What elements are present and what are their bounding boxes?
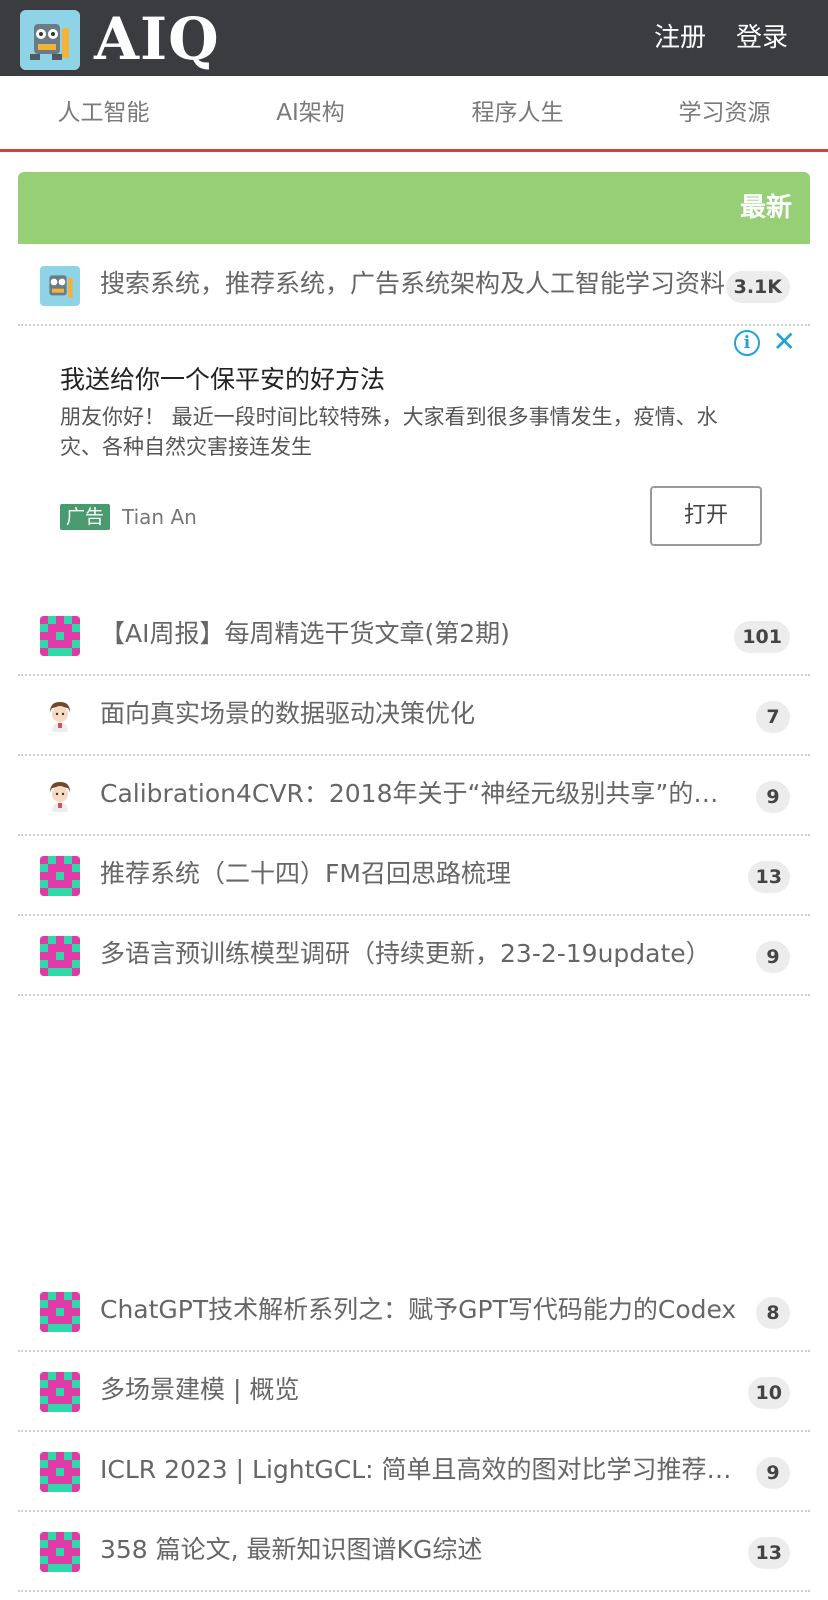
pixel-avatar-icon [40, 856, 80, 896]
close-icon[interactable]: ✕ [773, 326, 796, 358]
nav-item-programmer-life[interactable]: 程序人生 [414, 96, 621, 130]
article-row[interactable]: 多语言预训练模型调研（持续更新，23-2-19update） 9 [18, 914, 810, 996]
ad-block[interactable]: i ✕ 我送给你一个保平安的好方法 朋友你好！ 最近一段时间比较特殊，大家看到很… [18, 326, 810, 576]
article-row[interactable]: 【AI周报】每周精选干货文章(第2期) 101 [18, 594, 810, 676]
pixel-avatar-icon [40, 1532, 80, 1572]
section-heading[interactable]: 最新 [740, 190, 792, 226]
person-avatar-icon [40, 776, 80, 816]
login-link[interactable]: 登录 [736, 20, 788, 56]
pixel-avatar-icon [40, 1452, 80, 1492]
view-count-badge: 9 [756, 941, 790, 973]
ad-open-button[interactable]: 打开 [650, 486, 762, 546]
view-count-badge: 9 [756, 781, 790, 813]
article-title[interactable]: 推荐系统（二十四）FM召回思路梳理 [100, 854, 740, 894]
ad-badge: 广告 [60, 504, 111, 530]
ad-body: 朋友你好！ 最近一段时间比较特殊，大家看到很多事情发生，疫情、水灾、各种自然灾害… [60, 405, 718, 459]
article-title[interactable]: ChatGPT技术解析系列之：赋予GPT写代码能力的Codex [100, 1290, 740, 1330]
article-row[interactable]: 358 篇论文, 最新知识图谱KG综述 13 [18, 1510, 810, 1592]
aiq-logo-icon [40, 266, 80, 306]
article-row[interactable]: 多场景建模 | 概览 10 [18, 1350, 810, 1432]
nav-item-learning-resources[interactable]: 学习资源 [621, 96, 828, 130]
view-count-badge: 13 [747, 861, 790, 893]
latest-section-header: 最新 [18, 172, 810, 244]
logo-text[interactable]: AIQ [94, 4, 220, 74]
article-title[interactable]: 【AI周报】每周精选干货文章(第2期) [100, 614, 740, 654]
view-count-badge: 101 [734, 621, 790, 653]
person-avatar-icon [40, 696, 80, 736]
ad-title[interactable]: 我送给你一个保平安的好方法 [60, 362, 385, 398]
article-title[interactable]: ICLR 2023 | LightGCL: 简单且高效的图对比学习推荐系统 [100, 1450, 740, 1490]
aiq-logo-icon[interactable] [20, 10, 80, 70]
view-count-badge: 9 [756, 1457, 790, 1489]
article-row[interactable]: 推荐系统（二十四）FM召回思路梳理 13 [18, 834, 810, 916]
pixel-avatar-icon [40, 616, 80, 656]
article-row[interactable]: ICLR 2023 | LightGCL: 简单且高效的图对比学习推荐系统 9 [18, 1430, 810, 1512]
article-row[interactable]: Calibration4CVR：2018年关于“神经元级别共享”的思考 9 [18, 754, 810, 836]
article-title[interactable]: 面向真实场景的数据驱动决策优化 [100, 694, 740, 734]
article-row[interactable]: 面向真实场景的数据驱动决策优化 7 [18, 674, 810, 756]
view-count-badge: 7 [756, 701, 790, 733]
article-title[interactable]: 多场景建模 | 概览 [100, 1370, 740, 1410]
nav-item-ai-architecture[interactable]: AI架构 [207, 96, 414, 130]
nav-item-ai[interactable]: 人工智能 [0, 96, 207, 130]
top-bar: AIQ 注册 登录 [0, 0, 828, 76]
view-count-badge: 13 [747, 1537, 790, 1569]
view-count-badge: 8 [756, 1297, 790, 1329]
pixel-avatar-icon [40, 1292, 80, 1332]
view-count-badge: 10 [747, 1377, 790, 1409]
ad-sponsor: Tian An [122, 505, 197, 529]
ad-info-icon[interactable]: i [734, 330, 760, 356]
view-count-badge: 3.1K [725, 271, 790, 303]
register-link[interactable]: 注册 [654, 20, 706, 56]
article-title[interactable]: Calibration4CVR：2018年关于“神经元级别共享”的思考 [100, 774, 740, 814]
category-nav: 人工智能 AI架构 程序人生 学习资源 [0, 76, 828, 152]
article-title[interactable]: 358 篇论文, 最新知识图谱KG综述 [100, 1530, 740, 1570]
pixel-avatar-icon [40, 1372, 80, 1412]
pixel-avatar-icon [40, 936, 80, 976]
article-title[interactable]: 搜索系统，推荐系统，广告系统架构及人工智能学习资料 [100, 264, 740, 304]
article-title[interactable]: 多语言预训练模型调研（持续更新，23-2-19update） [100, 934, 740, 974]
article-row[interactable]: ChatGPT技术解析系列之：赋予GPT写代码能力的Codex 8 [18, 1270, 810, 1352]
pinned-row[interactable]: 搜索系统，推荐系统，广告系统架构及人工智能学习资料 3.1K [18, 244, 810, 326]
